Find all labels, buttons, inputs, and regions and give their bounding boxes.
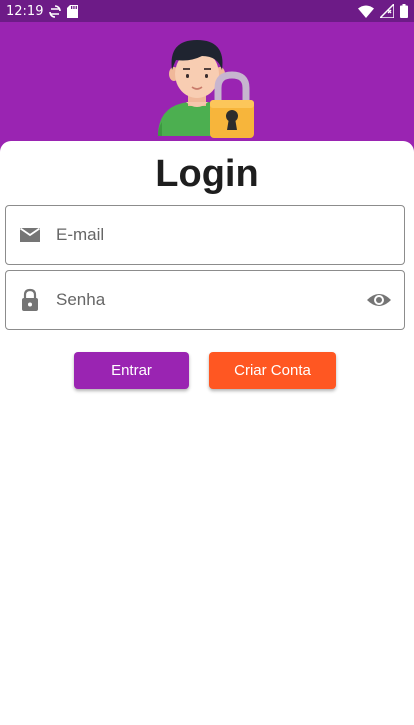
sd-card-icon [67,4,79,18]
wifi-icon [358,5,374,18]
sync-icon [49,4,62,18]
status-time: 12:19 [6,3,44,19]
page-title: Login [155,153,259,195]
create-account-button[interactable]: Criar Conta [209,352,336,389]
email-field[interactable] [5,205,405,265]
lock-icon [22,288,38,311]
enter-button[interactable]: Entrar [74,352,189,389]
password-field[interactable] [5,270,405,330]
status-right [358,4,408,18]
signal-icon [380,4,394,18]
login-card: Login Entrar Criar Conta [0,141,414,725]
password-input[interactable] [56,280,366,320]
user-with-lock-icon [158,40,254,138]
email-input[interactable] [56,215,404,255]
login-screen: 12:19 Login E-mail Entrar Criar Conta [0,0,414,725]
status-left: 12:19 [6,3,79,19]
status-bar: 12:19 [0,0,414,22]
header-banner [0,22,414,152]
email-icon [19,227,41,242]
battery-icon [400,4,408,18]
eye-icon[interactable] [366,287,392,313]
